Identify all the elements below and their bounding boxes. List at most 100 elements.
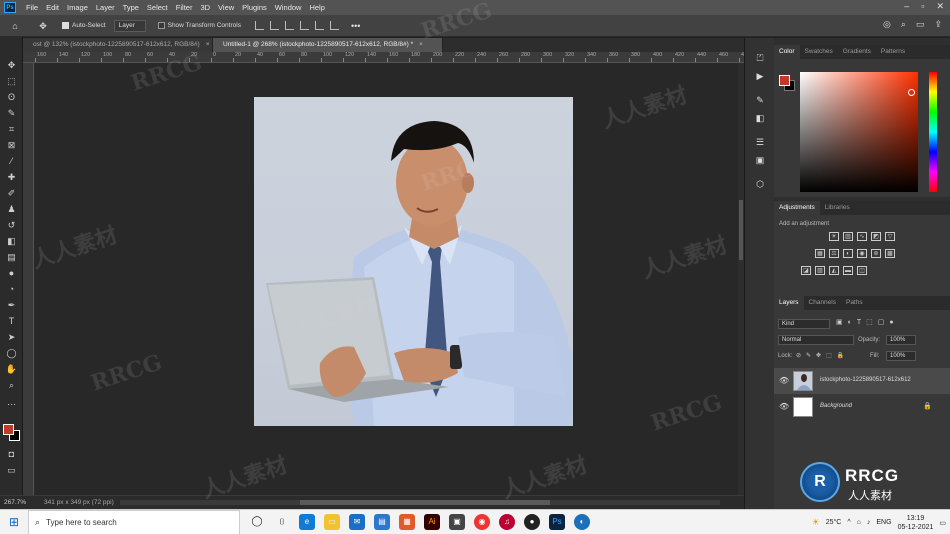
auto-select-dropdown[interactable]: Layer — [113, 19, 146, 32]
levels-icon[interactable]: ▥ — [843, 232, 853, 241]
chrome-icon[interactable]: ◉ — [474, 514, 490, 530]
transform-controls-checkbox[interactable] — [157, 22, 165, 29]
close-icon[interactable]: × — [206, 41, 210, 48]
curves-icon[interactable]: ∿ — [857, 232, 867, 241]
panel-foreground-swatch[interactable] — [779, 75, 790, 86]
app-icon[interactable]: ▣ — [449, 514, 465, 530]
menu-edit[interactable]: Edit — [42, 3, 63, 12]
obs-icon[interactable]: ● — [524, 514, 540, 530]
visibility-eye-icon[interactable]: 👁 — [779, 376, 789, 385]
opacity-input[interactable]: 100% — [886, 335, 916, 345]
channel-mixer-icon[interactable]: ⊛ — [871, 249, 881, 258]
history-brush-tool-icon[interactable]: ↺ — [4, 218, 19, 232]
document-info[interactable]: 341 px x 349 px (72 ppi) — [44, 499, 114, 506]
libraries-icon[interactable]: ▣ — [754, 154, 766, 166]
type-tool-icon[interactable]: T — [4, 314, 19, 328]
file-explorer-icon[interactable]: ▭ — [324, 514, 340, 530]
frame-tool-icon[interactable]: ⊠ — [4, 138, 19, 152]
color-picker-marker[interactable] — [908, 89, 915, 96]
move-tool-icon[interactable]: ✥ — [4, 58, 19, 72]
tab-color[interactable]: Color — [774, 45, 800, 59]
tab-patterns[interactable]: Patterns — [876, 45, 910, 59]
photo-filter-icon[interactable]: ◉ — [857, 249, 867, 258]
black-white-icon[interactable]: ◐ — [843, 249, 853, 258]
align-right-icon[interactable] — [284, 21, 294, 30]
menu-image[interactable]: Image — [63, 3, 92, 12]
document-image[interactable] — [254, 97, 573, 426]
properties-icon[interactable]: ☰ — [754, 136, 766, 148]
crop-tool-icon[interactable]: ⌗ — [4, 122, 19, 136]
fill-input[interactable]: 100% — [886, 351, 916, 361]
photoshop-logo-icon[interactable]: Ps — [4, 2, 16, 13]
marquee-tool-icon[interactable]: ⬚ — [4, 74, 19, 88]
tab-document-1[interactable]: ost @ 132% (istockphoto-1225890517-612x6… — [23, 38, 213, 52]
network-icon[interactable]: ⌂ — [857, 519, 861, 526]
tab-swatches[interactable]: Swatches — [800, 45, 838, 59]
tab-adjustments[interactable]: Adjustments — [774, 201, 820, 215]
menu-select[interactable]: Select — [143, 3, 172, 12]
layer-filter-icons[interactable]: ▣◐T⬚▢● — [836, 318, 899, 326]
3d-cube-icon[interactable]: ⬡ — [754, 178, 766, 190]
zoom-readout[interactable]: 267.7% — [4, 499, 44, 506]
illustrator-icon[interactable]: Ai — [424, 514, 440, 530]
tab-document-2[interactable]: Untitled-1 @ 268% (istockphoto-122589051… — [213, 38, 443, 52]
office-apps-icon[interactable]: ▦ — [399, 514, 415, 530]
search-icon[interactable]: ⌕ — [901, 19, 906, 30]
shape-tool-icon[interactable]: ◯ — [4, 346, 19, 360]
close-icon[interactable]: ✕ — [936, 1, 944, 12]
menu-layer[interactable]: Layer — [92, 3, 119, 12]
workspace-icon[interactable]: ▭ — [916, 19, 925, 30]
align-bottom-icon[interactable] — [329, 21, 339, 30]
healing-brush-tool-icon[interactable]: ✚ — [4, 170, 19, 184]
color-saturation-field[interactable] — [800, 72, 918, 192]
task-view-icon[interactable]: ◯ — [249, 514, 265, 530]
posterize-icon[interactable]: ▧ — [815, 266, 825, 275]
path-selection-tool-icon[interactable]: ➤ — [4, 330, 19, 344]
tab-paths[interactable]: Paths — [841, 296, 868, 310]
menu-window[interactable]: Window — [271, 3, 306, 12]
3d-mode-icon[interactable]: ◎ — [883, 19, 891, 30]
dodge-tool-icon[interactable]: ◔ — [4, 282, 19, 296]
auto-select-checkbox[interactable] — [62, 22, 69, 29]
tab-gradients[interactable]: Gradients — [838, 45, 876, 59]
gradient-tool-icon[interactable]: ▤ — [4, 250, 19, 264]
more-tools-icon[interactable]: ⋯ — [4, 397, 19, 411]
tab-layers[interactable]: Layers — [774, 296, 804, 310]
mail-icon[interactable]: ✉ — [349, 514, 365, 530]
notifications-icon[interactable]: ▭ — [939, 519, 946, 527]
volume-icon[interactable]: ♪ — [867, 519, 871, 526]
visibility-eye-icon[interactable]: 👁 — [779, 402, 789, 411]
menu-file[interactable]: File — [22, 3, 42, 12]
move-tool-icon[interactable]: ✥ — [36, 20, 50, 32]
maximize-icon[interactable]: ▫ — [921, 1, 924, 12]
gradient-map-icon[interactable]: ▬ — [843, 266, 853, 275]
zoom-tool-icon[interactable]: ⌕ — [4, 378, 19, 392]
photoshop-taskbar-icon[interactable]: Ps — [549, 514, 565, 530]
blur-tool-icon[interactable]: ● — [4, 266, 19, 280]
hue-slider[interactable] — [929, 72, 937, 192]
language-indicator[interactable]: ENG — [876, 519, 891, 526]
widgets-icon[interactable]: ⌷ — [274, 514, 290, 530]
layer-filter-kind[interactable]: Kind — [778, 319, 830, 329]
menu-view[interactable]: View — [214, 3, 238, 12]
menu-3d[interactable]: 3D — [196, 3, 214, 12]
pen-tool-icon[interactable]: ✒ — [4, 298, 19, 312]
eraser-tool-icon[interactable]: ◧ — [4, 234, 19, 248]
screen-mode-icon[interactable]: ▭ — [4, 463, 19, 477]
menu-type[interactable]: Type — [119, 3, 143, 12]
share-icon[interactable]: ⇪ — [934, 19, 942, 30]
selective-color-icon[interactable]: ◫ — [857, 266, 867, 275]
vibrance-icon[interactable]: ▽ — [885, 232, 895, 241]
minimize-icon[interactable]: – — [904, 1, 909, 12]
hue-saturation-icon[interactable]: ▦ — [815, 249, 825, 258]
brush-tool-icon[interactable]: ✐ — [4, 186, 19, 200]
tab-channels[interactable]: Channels — [804, 296, 841, 310]
align-center-icon[interactable] — [269, 21, 279, 30]
hand-tool-icon[interactable]: ✋ — [4, 362, 19, 376]
swatch-toggle-icon[interactable]: ◧ — [754, 112, 766, 124]
weather-temp[interactable]: 25°C — [826, 519, 842, 526]
layer-row-photo[interactable]: 👁 istockphoto-1225890517-612x612 — [774, 368, 950, 394]
lasso-tool-icon[interactable]: ʘ — [4, 90, 19, 104]
menu-plugins[interactable]: Plugins — [238, 3, 271, 12]
brush-settings-icon[interactable]: ✎ — [754, 94, 766, 106]
